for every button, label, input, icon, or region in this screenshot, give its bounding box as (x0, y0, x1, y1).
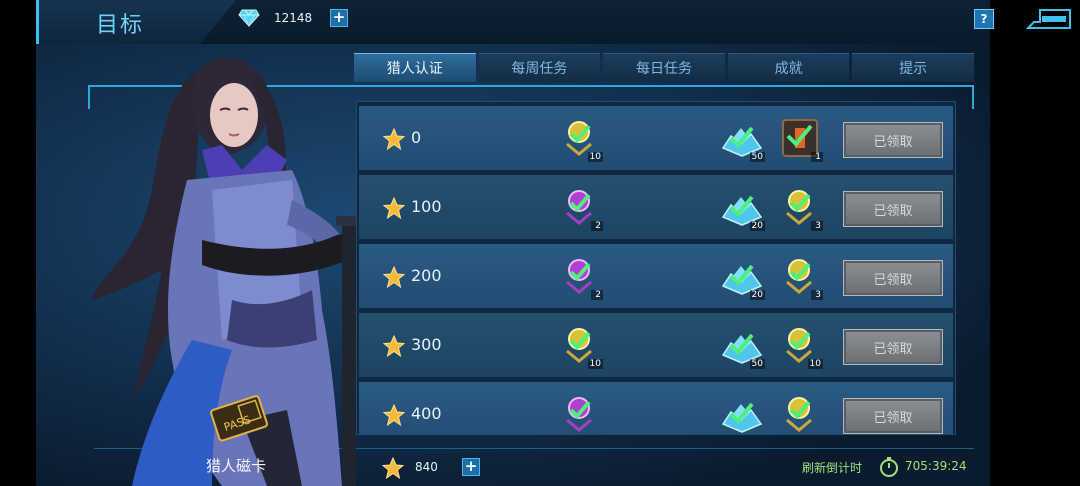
gold-skill-orb-icon (786, 397, 812, 432)
item-count: 3 (811, 290, 823, 300)
reward-item[interactable]: 20 (719, 183, 765, 231)
star-icon (383, 266, 405, 288)
pass-card-icon: PASS (210, 395, 268, 442)
reward-item[interactable]: 50 (719, 114, 765, 162)
item-count: 1 (811, 152, 823, 162)
reward-item[interactable]: 2 (557, 252, 603, 300)
reward-item[interactable] (719, 390, 765, 434)
reward-list[interactable]: 0 10 50 1 已领取 100 2 20 3 已领取 200 2 20 3 … (356, 101, 956, 435)
star-icon (382, 457, 404, 479)
item-count: 20 (749, 221, 765, 231)
reward-item[interactable]: 10 (777, 321, 823, 369)
claimed-button[interactable]: 已领取 (843, 122, 943, 158)
item-count: 2 (591, 290, 603, 300)
reward-item[interactable] (777, 390, 823, 434)
reward-item[interactable]: 2 (557, 183, 603, 231)
reward-row: 300 10 50 10 已领取 (359, 313, 953, 378)
claimed-button[interactable]: 已领取 (843, 398, 943, 434)
reward-row: 100 2 20 3 已领取 (359, 175, 953, 240)
diamond-pile-icon (721, 402, 763, 433)
total-stars: 840 (415, 460, 438, 474)
reward-item[interactable]: 10 (557, 321, 603, 369)
item-count: 10 (587, 359, 603, 369)
star-icon (383, 128, 405, 150)
diamond-count: 12148 (274, 11, 313, 25)
reward-row: 0 10 50 1 已领取 (359, 106, 953, 171)
tab-tips[interactable]: 提示 (852, 53, 974, 82)
reward-item[interactable]: 3 (777, 252, 823, 300)
panel-frame-right (972, 85, 974, 109)
star-icon (383, 335, 405, 357)
help-button[interactable]: ? (974, 9, 994, 29)
hunter-card-label: 猎人磁卡 (205, 457, 266, 475)
tab-weekly-tasks[interactable]: 每周任务 (478, 53, 601, 82)
tab-bar: 猎人认证 每周任务 每日任务 成就 提示 (354, 53, 974, 82)
star-threshold: 400 (411, 404, 442, 423)
reward-item[interactable]: 20 (719, 252, 765, 300)
item-count: 50 (749, 152, 765, 162)
reward-item[interactable]: 10 (557, 114, 603, 162)
add-diamond-button[interactable]: + (330, 9, 348, 27)
star-threshold: 100 (411, 197, 442, 216)
diamond-currency: 12148 + (238, 6, 350, 30)
tab-daily-tasks[interactable]: 每日任务 (603, 53, 725, 82)
tab-achievements[interactable]: 成就 (727, 53, 850, 82)
star-threshold: 200 (411, 266, 442, 285)
reward-row: 200 2 20 3 已领取 (359, 244, 953, 309)
star-threshold: 300 (411, 335, 442, 354)
panel-frame-left (88, 85, 90, 109)
refresh-countdown-time: 705:39:24 (905, 459, 967, 473)
back-arrow-icon[interactable] (1026, 8, 1072, 30)
refresh-countdown-label: 刷新倒计时 (802, 461, 863, 475)
diamond-icon (238, 9, 260, 27)
item-count: 50 (749, 359, 765, 369)
item-count: 10 (587, 152, 603, 162)
add-stars-button[interactable]: + (462, 458, 480, 476)
reward-item[interactable]: 1 (777, 114, 823, 162)
star-threshold: 0 (411, 128, 422, 147)
item-count: 10 (807, 359, 823, 369)
reward-item[interactable] (557, 390, 603, 434)
stopwatch-icon (880, 457, 898, 477)
item-count: 20 (749, 290, 765, 300)
reward-item[interactable]: 50 (719, 321, 765, 369)
left-letterbox (0, 0, 36, 486)
claimed-button[interactable]: 已领取 (843, 260, 943, 296)
claimed-button[interactable]: 已领取 (843, 191, 943, 227)
title-accent (36, 0, 39, 44)
purple-skill-orb-icon (566, 397, 592, 432)
page-title: 目标 (96, 13, 145, 38)
item-count: 3 (811, 221, 823, 231)
item-count: 2 (591, 221, 603, 231)
reward-row: 400 已领取 (359, 382, 953, 434)
star-icon (383, 404, 405, 426)
right-letterbox (990, 0, 1080, 486)
star-icon (383, 197, 405, 219)
claimed-button[interactable]: 已领取 (843, 329, 943, 365)
reward-item[interactable]: 3 (777, 183, 823, 231)
